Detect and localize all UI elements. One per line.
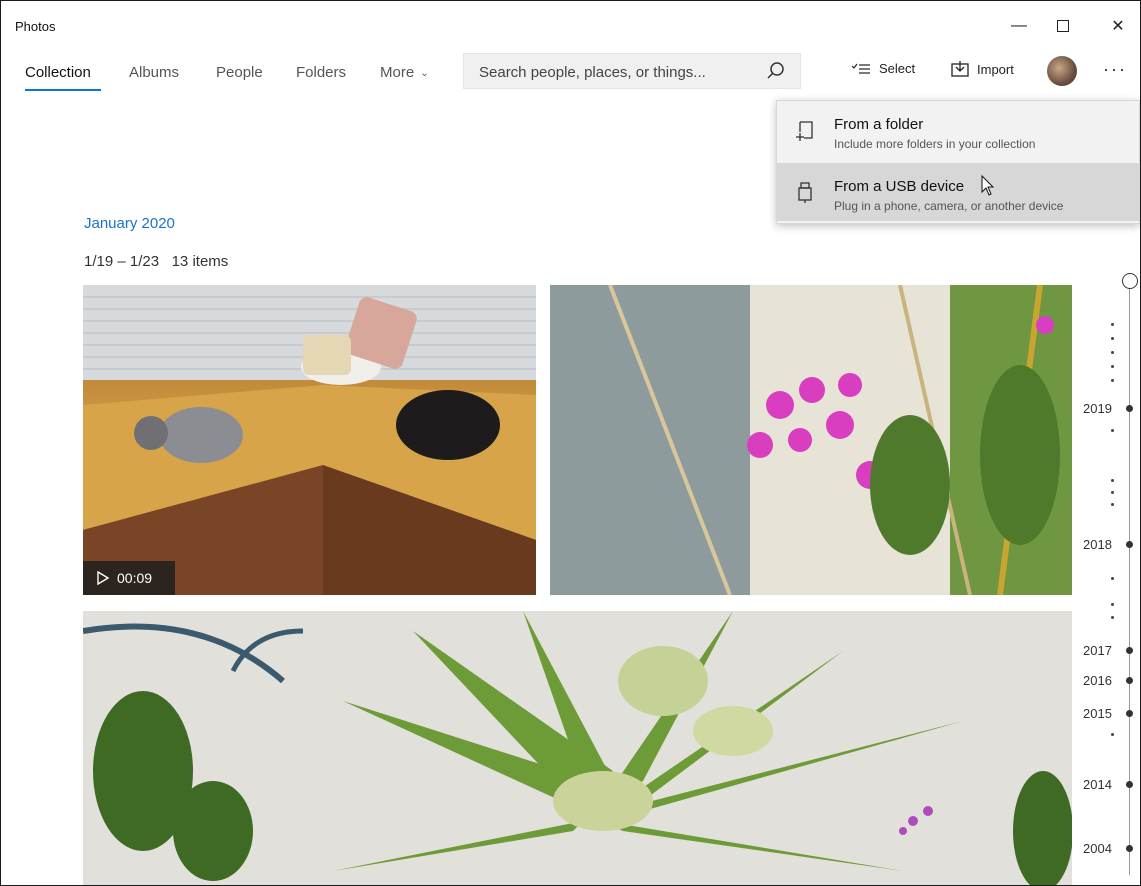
timeline-tick xyxy=(1111,365,1114,368)
timeline-year-2018[interactable]: 2018 xyxy=(1083,537,1112,552)
select-button[interactable]: Select xyxy=(851,61,915,76)
menu-item-from-folder[interactable]: From a folder Include more folders in yo… xyxy=(777,101,1140,159)
timeline-node xyxy=(1126,781,1133,788)
avatar[interactable] xyxy=(1047,56,1077,86)
tab-more[interactable]: More ⌄ xyxy=(380,64,429,81)
usb-icon xyxy=(798,182,812,203)
menu-item-from-usb[interactable]: From a USB device Plug in a phone, camer… xyxy=(777,163,1140,221)
timeline-year-2016[interactable]: 2016 xyxy=(1083,673,1112,688)
item-count: 13 items xyxy=(171,253,229,270)
photo-orchid-image xyxy=(550,285,1072,595)
date-range: 1/19 – 1/23 xyxy=(84,253,160,270)
photo-fern-image xyxy=(83,611,1072,885)
photo-cats-image xyxy=(83,285,536,595)
select-label: Select xyxy=(879,61,916,76)
month-heading[interactable]: January 2020 xyxy=(84,215,175,232)
timeline-year-2017[interactable]: 2017 xyxy=(1083,643,1112,658)
timeline-scrubber[interactable]: 2019 2018 2017 2016 2015 2014 2004 xyxy=(1073,271,1140,881)
timeline-node xyxy=(1126,647,1133,654)
import-menu: From a folder Include more folders in yo… xyxy=(776,100,1140,224)
video-duration: 00:09 xyxy=(117,570,153,586)
select-list-icon xyxy=(851,63,870,74)
tab-collection[interactable]: Collection xyxy=(25,64,91,81)
import-button[interactable]: Import xyxy=(951,61,1014,77)
active-tab-indicator xyxy=(25,89,101,91)
app-title: Photos xyxy=(15,19,56,34)
timeline-node xyxy=(1126,710,1133,717)
tab-folders[interactable]: Folders xyxy=(296,64,346,81)
more-options-button[interactable]: ··· xyxy=(1103,59,1127,80)
tab-albums[interactable]: Albums xyxy=(129,64,179,81)
photo-thumbnail-cats-video[interactable]: 00:09 xyxy=(83,285,536,595)
timeline-node xyxy=(1126,541,1133,548)
video-duration-badge: 00:09 xyxy=(83,561,175,595)
timeline-tick xyxy=(1111,379,1114,382)
timeline-tick xyxy=(1111,603,1114,606)
photo-thumbnail-staghorn-fern[interactable] xyxy=(83,611,1072,885)
menu-item-title: From a folder xyxy=(834,116,924,133)
timeline-year-2019[interactable]: 2019 xyxy=(1083,401,1112,416)
tab-more-label: More xyxy=(380,64,415,81)
timeline-tick xyxy=(1111,577,1114,580)
timeline-year-2015[interactable]: 2015 xyxy=(1083,706,1112,721)
photo-thumbnail-orchid[interactable] xyxy=(550,285,1072,595)
timeline-year-2004[interactable]: 2004 xyxy=(1083,841,1112,856)
import-label: Import xyxy=(977,61,1014,77)
play-icon xyxy=(97,571,109,585)
timeline-tick xyxy=(1111,323,1114,326)
import-icon xyxy=(951,61,969,77)
timeline-tick xyxy=(1111,733,1114,736)
timeline-node xyxy=(1126,405,1133,412)
timeline-year-2014[interactable]: 2014 xyxy=(1083,777,1112,792)
timeline-tick xyxy=(1111,429,1114,432)
maximize-icon xyxy=(1057,20,1069,32)
date-range-info: 1/19 – 1/23 13 items xyxy=(84,253,228,270)
timeline-tick xyxy=(1111,503,1114,506)
maximize-button[interactable] xyxy=(1043,11,1083,41)
timeline-node xyxy=(1126,845,1133,852)
photos-window: Photos — ✕ Collection Albums People Fold… xyxy=(0,0,1141,886)
minimize-button[interactable]: — xyxy=(999,11,1039,41)
folder-add-icon xyxy=(796,121,813,141)
timeline-tick xyxy=(1111,616,1114,619)
timeline-node xyxy=(1126,677,1133,684)
tab-people[interactable]: People xyxy=(216,64,263,81)
chevron-down-icon: ⌄ xyxy=(420,68,429,79)
menu-item-title-text: From a USB device xyxy=(834,178,965,195)
title-bar: Photos — ✕ xyxy=(1,1,1140,51)
timeline-tick xyxy=(1111,479,1114,482)
search-box[interactable]: Search people, places, or things... xyxy=(463,53,801,89)
menu-item-subtitle: Plug in a phone, camera, or another devi… xyxy=(834,199,1064,213)
search-icon[interactable] xyxy=(766,61,786,81)
timeline-handle[interactable] xyxy=(1122,273,1138,289)
menu-item-subtitle: Include more folders in your collection xyxy=(834,137,1036,151)
close-button[interactable]: ✕ xyxy=(1098,11,1138,41)
search-input[interactable]: Search people, places, or things... xyxy=(479,64,706,81)
timeline-tick xyxy=(1111,491,1114,494)
timeline-tick xyxy=(1111,351,1114,354)
timeline-tick xyxy=(1111,337,1114,340)
menu-item-title: From a USB device xyxy=(834,178,964,195)
mouse-cursor-icon xyxy=(981,175,995,196)
